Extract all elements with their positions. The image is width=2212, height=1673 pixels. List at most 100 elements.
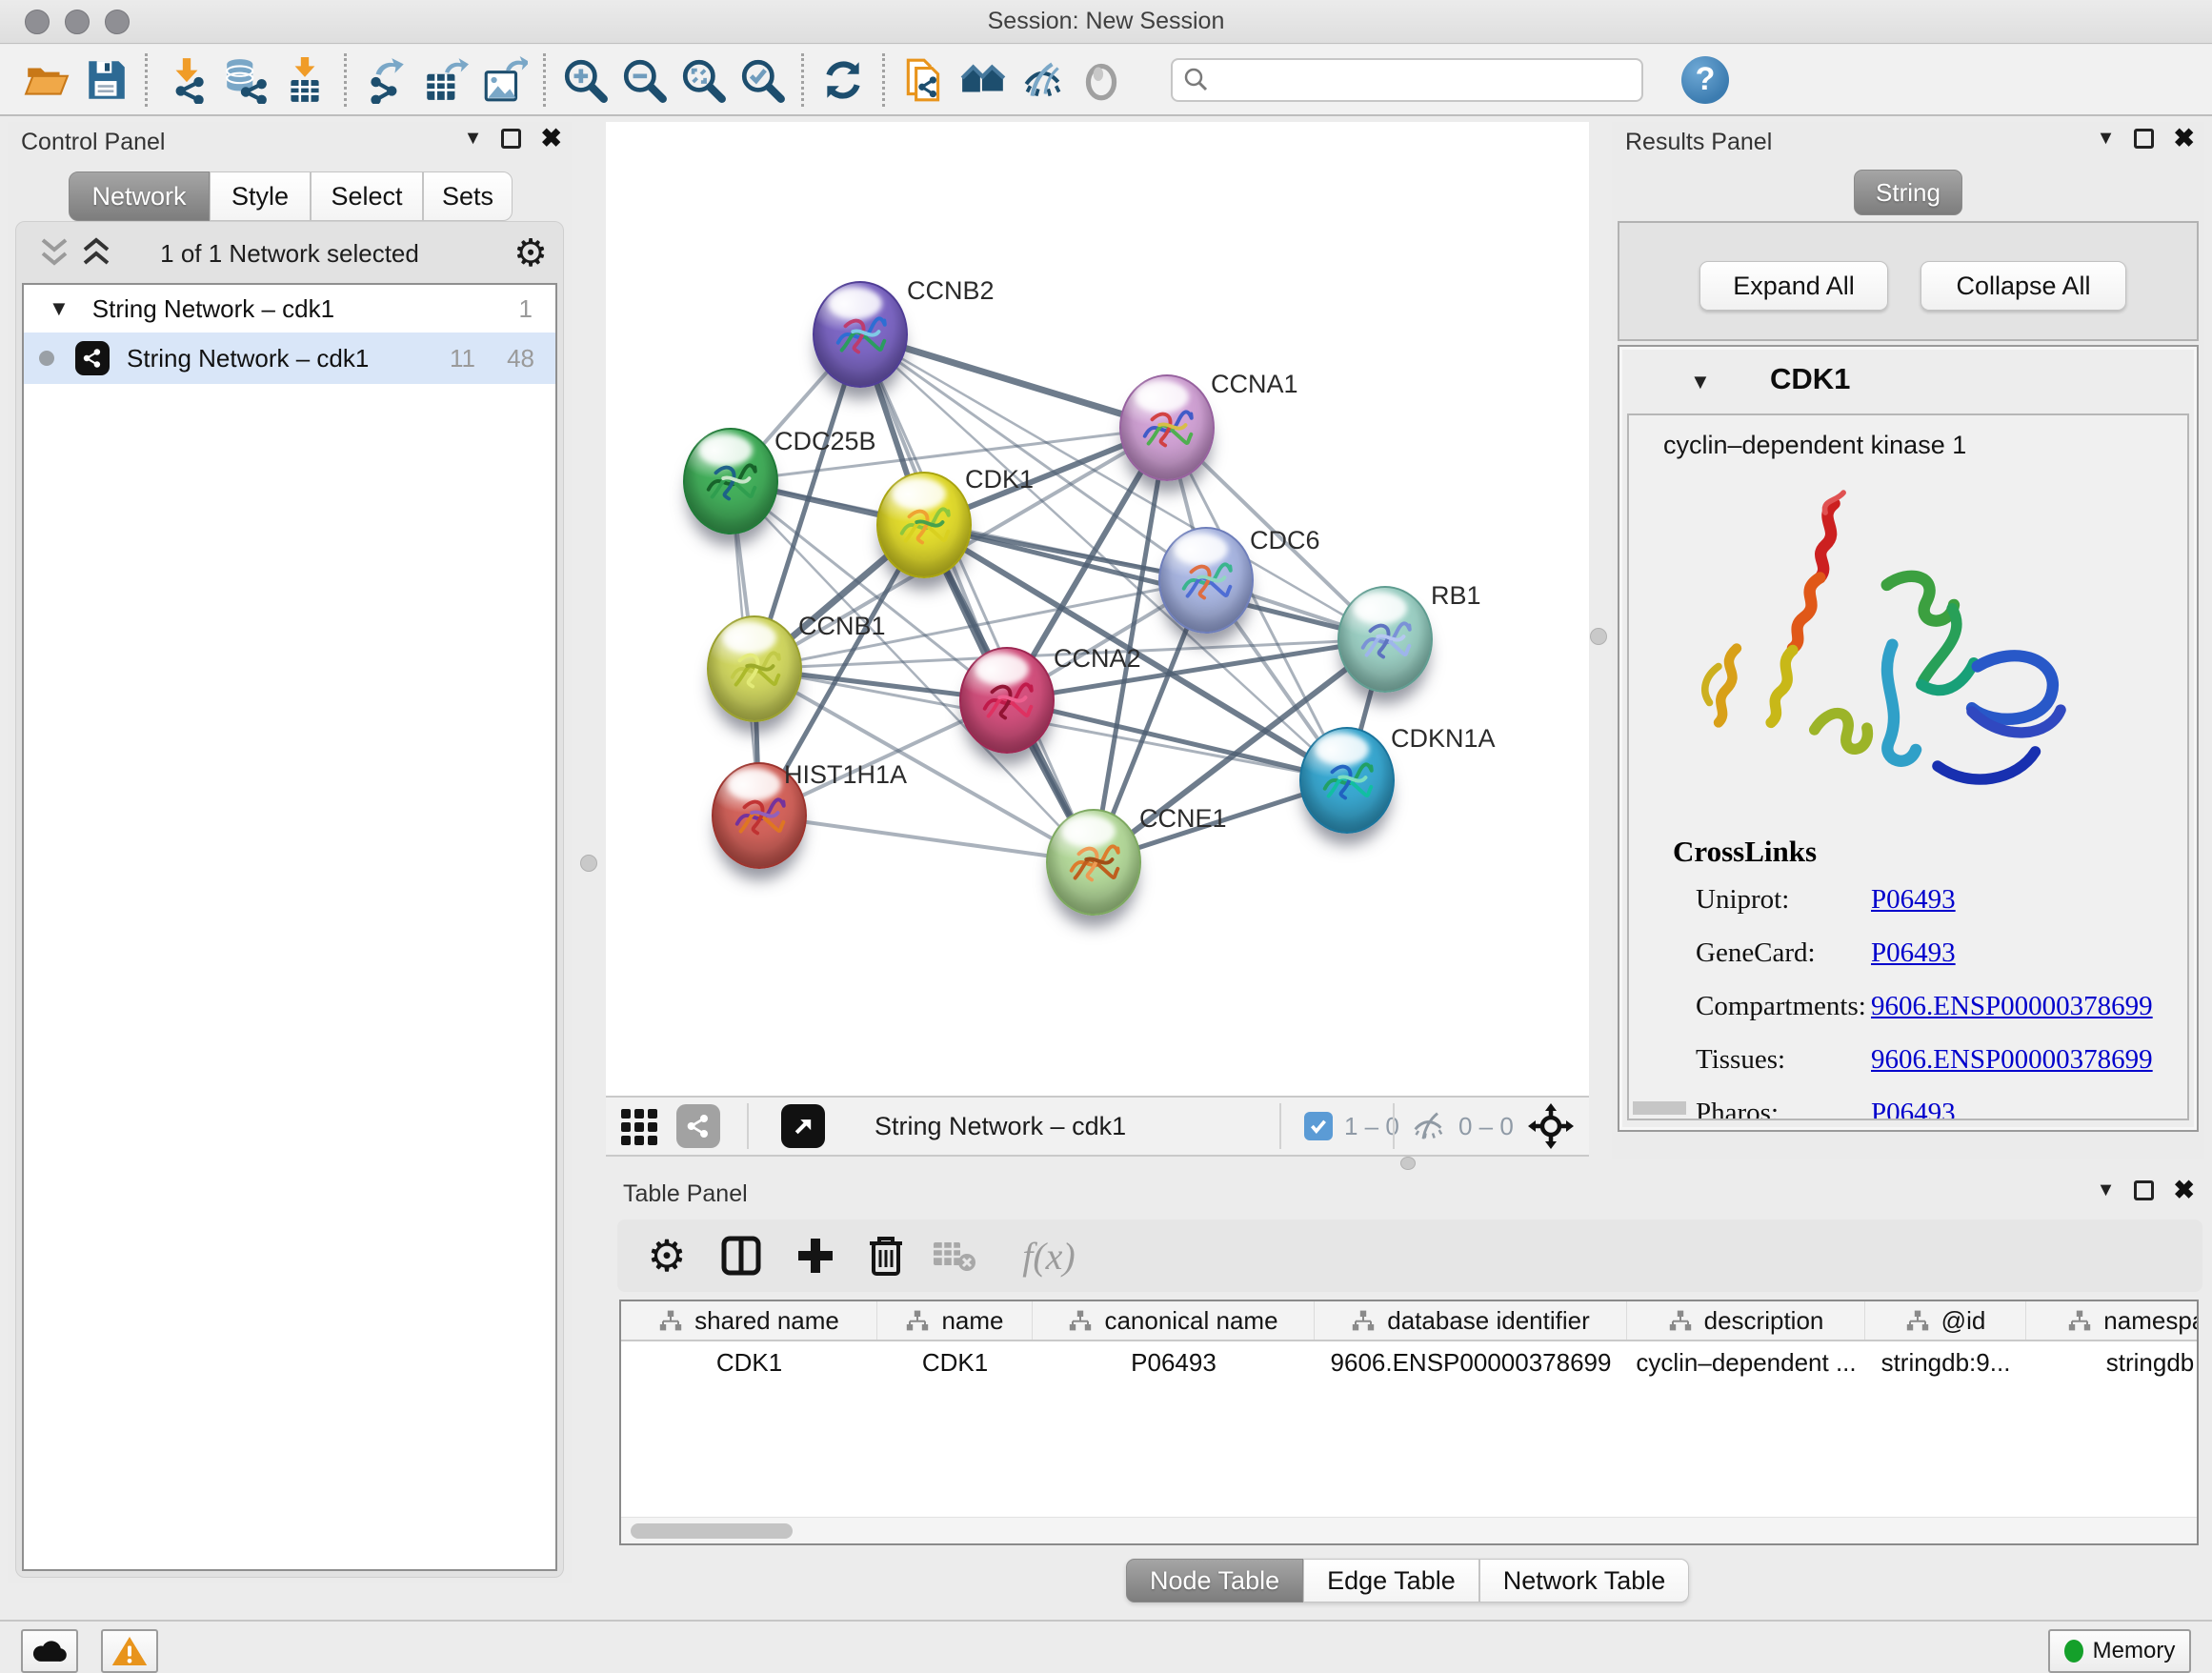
node-label-ccna2: CCNA2 <box>1054 644 1141 674</box>
delete-column-trash-icon[interactable] <box>861 1231 911 1280</box>
panel-close-icon[interactable]: ✖ <box>540 126 562 151</box>
add-column-icon[interactable] <box>791 1231 840 1280</box>
pan-crosshair-icon[interactable] <box>1526 1098 1576 1155</box>
crosslink-link[interactable]: 9606.ENSP00000378699 <box>1871 1044 2153 1076</box>
panel-collapse-icon[interactable]: ▼ <box>464 128 483 150</box>
tab-network-table[interactable]: Network Table <box>1479 1559 1690 1602</box>
warnings-button[interactable] <box>101 1629 158 1673</box>
zoom-selected-icon[interactable] <box>733 52 792 108</box>
panel-close-icon[interactable]: ✖ <box>2173 126 2195 151</box>
search-input[interactable] <box>1211 67 1611 93</box>
network-node-cdk1[interactable] <box>876 472 972 578</box>
import-table-from-file-icon[interactable] <box>275 52 334 108</box>
crosslink-link[interactable]: 9606.ENSP00000378699 <box>1871 991 2153 1022</box>
left-splitter-handle[interactable] <box>580 855 597 872</box>
network-node-ccnb2[interactable] <box>813 281 908 388</box>
network-view-title: String Network – cdk1 <box>875 1098 1126 1155</box>
hide-selected-eye-icon[interactable] <box>1013 52 1072 108</box>
table-cell[interactable]: P06493 <box>1033 1341 1315 1383</box>
column-header-database-identifier[interactable]: database identifier <box>1315 1301 1627 1340</box>
memory-button[interactable]: Memory <box>2048 1629 2191 1673</box>
collapse-all-button[interactable]: Collapse All <box>1920 261 2126 311</box>
network-overview-houses-icon[interactable] <box>954 52 1013 108</box>
import-network-from-database-icon[interactable] <box>216 52 275 108</box>
help-button[interactable]: ? <box>1681 56 1729 104</box>
tab-node-table[interactable]: Node Table <box>1126 1559 1303 1602</box>
hidden-nodes-indicator[interactable]: 0 – 0 <box>1409 1098 1514 1155</box>
tab-style[interactable]: Style <box>210 171 311 221</box>
right-splitter-handle[interactable] <box>1590 628 1607 645</box>
network-node-ccne1[interactable] <box>1046 809 1141 916</box>
results-hscroll-thumb[interactable] <box>1633 1101 1686 1115</box>
save-session-icon[interactable] <box>76 52 135 108</box>
tab-network[interactable]: Network <box>69 171 210 221</box>
network-node-cdc25b[interactable] <box>683 428 778 534</box>
expand-all-button[interactable]: Expand All <box>1699 261 1888 311</box>
zoom-out-icon[interactable] <box>614 52 674 108</box>
column-header-name[interactable]: name <box>877 1301 1033 1340</box>
tab-select[interactable]: Select <box>311 171 423 221</box>
tree-expander-icon[interactable]: ▼ <box>49 296 70 321</box>
crosslink-link[interactable]: P06493 <box>1871 884 1956 916</box>
export-image-icon[interactable] <box>474 52 533 108</box>
import-network-from-file-icon[interactable] <box>157 52 216 108</box>
cloud-status-button[interactable] <box>21 1629 78 1673</box>
column-header--id[interactable]: @id <box>1865 1301 2026 1340</box>
network-row-selected[interactable]: String Network – cdk1 11 48 <box>24 333 555 384</box>
crosslink-link[interactable]: P06493 <box>1871 937 1956 969</box>
open-session-icon[interactable] <box>17 52 76 108</box>
network-node-ccna2[interactable] <box>959 647 1055 754</box>
export-network-icon[interactable] <box>356 52 415 108</box>
grid-mode-icon[interactable] <box>619 1098 661 1155</box>
network-node-cdc6[interactable] <box>1158 527 1254 634</box>
network-collection-row[interactable]: ▼ String Network – cdk1 1 <box>24 285 555 333</box>
selected-nodes-indicator[interactable]: 1 – 0 <box>1304 1098 1399 1155</box>
table-horizontal-scrollbar[interactable] <box>621 1517 2197 1543</box>
table-options-gear-icon[interactable]: ⚙ <box>642 1231 692 1280</box>
table-cell[interactable]: stringdb:9... <box>1865 1341 2026 1383</box>
bottom-splitter-handle[interactable] <box>1400 1157 1416 1170</box>
table-cell[interactable]: stringdb <box>2026 1341 2199 1383</box>
column-header-namespace[interactable]: namespace <box>2026 1301 2199 1340</box>
panel-float-icon[interactable] <box>2134 129 2154 149</box>
table-cell[interactable]: 9606.ENSP00000378699 <box>1315 1341 1627 1383</box>
birdseye-view-icon[interactable] <box>781 1098 825 1155</box>
export-table-icon[interactable] <box>415 52 474 108</box>
table-cell[interactable]: cyclin–dependent ... <box>1627 1341 1865 1383</box>
tab-string[interactable]: String <box>1854 170 1962 215</box>
network-node-rb1[interactable] <box>1337 586 1433 693</box>
section-expander-icon[interactable]: ▼ <box>1690 370 1711 394</box>
protein-section-header[interactable]: ▼ CDK1 <box>1619 347 2197 413</box>
tab-sets[interactable]: Sets <box>423 171 513 221</box>
column-header-description[interactable]: description <box>1627 1301 1865 1340</box>
panel-float-icon[interactable] <box>2134 1180 2154 1200</box>
network-node-cdkn1a[interactable] <box>1299 727 1395 834</box>
network-edge[interactable] <box>1007 700 1347 780</box>
column-visibility-icon[interactable] <box>716 1231 766 1280</box>
panel-close-icon[interactable]: ✖ <box>2173 1178 2195 1203</box>
zoom-in-icon[interactable] <box>555 52 614 108</box>
panel-collapse-icon[interactable]: ▼ <box>2097 1179 2116 1201</box>
tab-edge-table[interactable]: Edge Table <box>1303 1559 1479 1602</box>
table-cell[interactable]: CDK1 <box>877 1341 1033 1383</box>
column-header-canonical-name[interactable]: canonical name <box>1033 1301 1315 1340</box>
toolbar-separator <box>1393 1103 1395 1149</box>
refresh-view-icon[interactable] <box>814 52 873 108</box>
search-box[interactable] <box>1171 58 1643 102</box>
network-node-ccnb1[interactable] <box>707 615 802 722</box>
scrollbar-thumb[interactable] <box>631 1523 793 1539</box>
panel-float-icon[interactable] <box>501 129 521 149</box>
crosslink-link[interactable]: P06493 <box>1871 1098 1956 1120</box>
zoom-fit-icon[interactable] <box>674 52 733 108</box>
table-cell[interactable]: CDK1 <box>621 1341 877 1383</box>
network-view-share-icon[interactable] <box>676 1098 720 1155</box>
panel-collapse-icon[interactable]: ▼ <box>2097 128 2116 150</box>
network-edge[interactable] <box>759 816 1094 862</box>
network-node-ccna1[interactable] <box>1119 374 1215 481</box>
network-view-canvas[interactable]: CCNB2CCNA1CDC25BCDK1CDC6RB1CCNB1CCNA2CDK… <box>606 122 1589 1096</box>
table-row[interactable]: CDK1CDK1P064939606.ENSP00000378699cyclin… <box>621 1341 2197 1383</box>
clone-network-icon[interactable] <box>895 52 954 108</box>
network-options-gear-icon[interactable]: ⚙ <box>513 234 548 272</box>
column-header-shared-name[interactable]: shared name <box>621 1301 877 1340</box>
selected-checkbox-icon[interactable] <box>1304 1112 1333 1140</box>
